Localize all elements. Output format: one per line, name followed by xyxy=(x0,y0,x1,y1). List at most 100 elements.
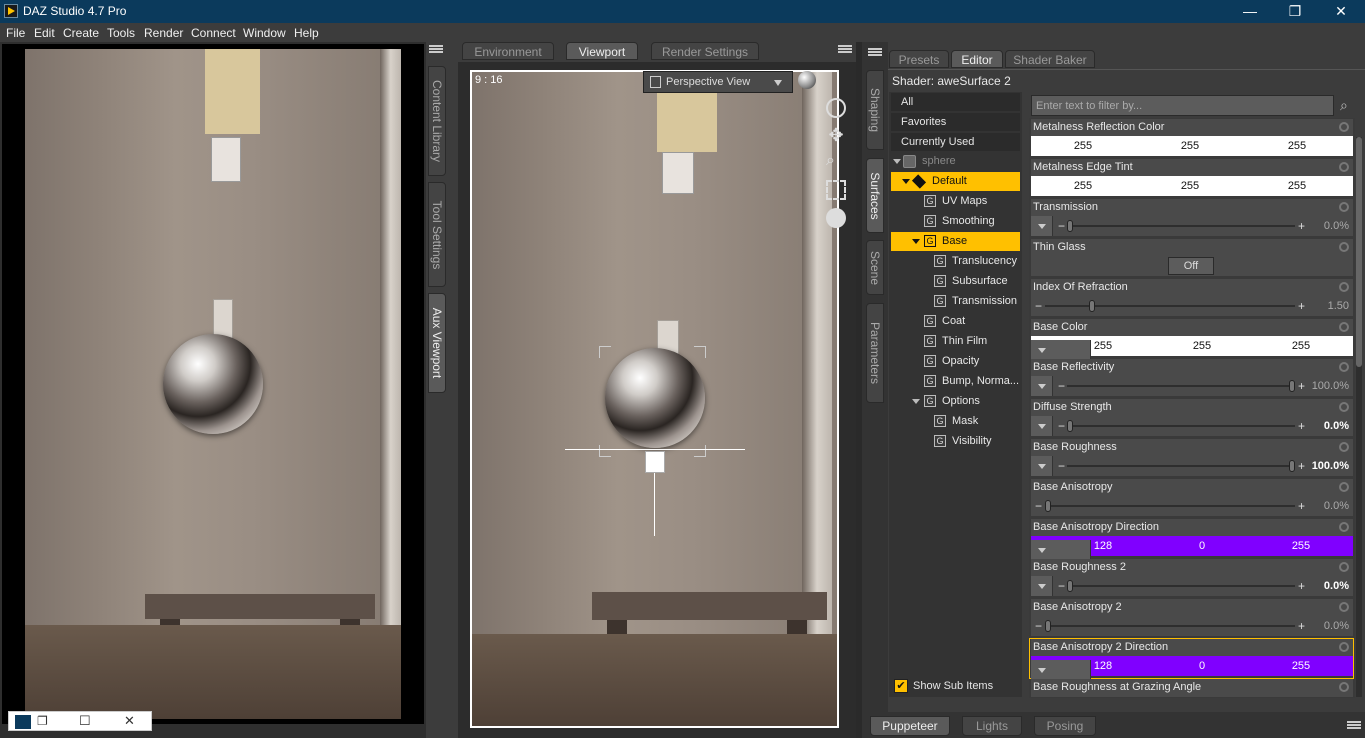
slider-knob[interactable] xyxy=(1067,220,1073,232)
minimize-button[interactable]: — xyxy=(1227,0,1273,23)
scrollbar-thumb[interactable] xyxy=(1356,137,1362,367)
vtab-aux-viewport[interactable]: Aux Viewport xyxy=(428,293,446,393)
perspective-view-select[interactable]: Perspective View xyxy=(643,71,793,93)
mini-close-icon[interactable]: ✕ xyxy=(124,713,135,729)
base-roughness-slider[interactable]: − + 100.0% xyxy=(1031,456,1353,476)
slider-knob[interactable] xyxy=(1088,300,1095,312)
slider-menu-button[interactable] xyxy=(1031,376,1053,396)
menu-tools[interactable]: Tools xyxy=(107,26,135,40)
property-filter-input[interactable]: Enter text to filter by... xyxy=(1031,95,1334,116)
vtab-content-library[interactable]: Content Library xyxy=(428,66,446,176)
tree-item-default[interactable]: Default xyxy=(891,172,1020,191)
base-anisotropy-2-direction-field[interactable]: 128 0 255 xyxy=(1031,656,1353,680)
tree-item-mask[interactable]: G Mask xyxy=(891,412,1020,431)
thin-glass-toggle[interactable]: Off xyxy=(1168,257,1214,275)
vtab-shaping[interactable]: Shaping xyxy=(866,70,884,150)
slider-menu-button[interactable] xyxy=(1031,576,1053,596)
slider-knob[interactable] xyxy=(1045,500,1051,512)
tab-presets[interactable]: Presets xyxy=(889,50,949,68)
draw-style-icon[interactable] xyxy=(798,71,816,89)
restore-button[interactable]: ❐ xyxy=(1272,0,1318,23)
slider-menu-button[interactable] xyxy=(1031,456,1053,476)
search-icon[interactable]: ⌕ xyxy=(1340,97,1348,114)
tab-lights[interactable]: Lights xyxy=(962,716,1022,736)
slider-knob[interactable] xyxy=(1067,580,1073,592)
gear-icon[interactable] xyxy=(1339,642,1349,652)
gear-icon[interactable] xyxy=(1339,562,1349,572)
metalness-reflection-color-field[interactable]: 255 255 255 xyxy=(1031,136,1353,156)
tab-viewport[interactable]: Viewport xyxy=(566,42,638,60)
gear-icon[interactable] xyxy=(1339,402,1349,412)
bottom-panel-menu-icon[interactable] xyxy=(1347,720,1361,732)
tree-item-base[interactable]: G Base xyxy=(891,232,1020,251)
vtab-parameters[interactable]: Parameters xyxy=(866,303,884,403)
slider-menu-button[interactable] xyxy=(1031,416,1053,436)
tree-item-options[interactable]: G Options xyxy=(891,392,1020,411)
close-button[interactable]: ✕ xyxy=(1318,0,1364,23)
menu-help[interactable]: Help xyxy=(294,26,319,40)
orbit-icon[interactable] xyxy=(826,98,846,118)
menu-edit[interactable]: Edit xyxy=(34,26,55,40)
pan-icon[interactable]: ✥ xyxy=(826,126,846,146)
zoom-icon[interactable]: ⌕ xyxy=(826,152,846,172)
gear-icon[interactable] xyxy=(1339,122,1349,132)
slider-knob[interactable] xyxy=(1289,380,1295,392)
menu-create[interactable]: Create xyxy=(63,26,99,40)
base-anisotropy-slider[interactable]: − + 0.0% xyxy=(1031,496,1353,516)
frame-icon[interactable] xyxy=(826,180,846,200)
gear-icon[interactable] xyxy=(1339,242,1349,252)
tree-item-smoothing[interactable]: G Smoothing xyxy=(891,212,1020,231)
tree-item-transmission[interactable]: G Transmission xyxy=(891,292,1020,311)
gear-icon[interactable] xyxy=(1339,202,1349,212)
gear-icon[interactable] xyxy=(1339,162,1349,172)
slider-knob[interactable] xyxy=(1067,420,1073,432)
menu-file[interactable]: File xyxy=(6,26,25,40)
filter-all[interactable]: All xyxy=(891,93,1020,111)
tab-render-settings[interactable]: Render Settings xyxy=(651,42,759,60)
panel-menu-icon[interactable] xyxy=(429,44,443,56)
base-anisotropy-direction-field[interactable]: 128 0 255 xyxy=(1031,536,1353,560)
gear-icon[interactable] xyxy=(1339,482,1349,492)
gear-icon[interactable] xyxy=(1339,602,1349,612)
tree-item-translucency[interactable]: G Translucency xyxy=(891,252,1020,271)
mini-restore-icon[interactable]: ❐ xyxy=(37,714,48,728)
tab-editor[interactable]: Editor xyxy=(951,50,1003,68)
gear-icon[interactable] xyxy=(1339,362,1349,372)
gizmo-x-axis[interactable] xyxy=(565,449,745,450)
viewport-sphere[interactable] xyxy=(605,348,705,448)
gizmo-y-axis[interactable] xyxy=(654,470,655,536)
gear-icon[interactable] xyxy=(1339,522,1349,532)
base-reflectivity-slider[interactable]: − + 100.0% xyxy=(1031,376,1353,396)
diffuse-strength-slider[interactable]: − + 0.0% xyxy=(1031,416,1353,436)
gizmo-node-icon[interactable] xyxy=(645,451,665,473)
mini-maximize-icon[interactable]: ☐ xyxy=(79,713,91,729)
slider-knob[interactable] xyxy=(1289,460,1295,472)
menu-window[interactable]: Window xyxy=(243,26,286,40)
floating-mini-window[interactable]: ❐ ☐ ✕ xyxy=(8,711,152,731)
index-of-refraction-slider[interactable]: − + 1.50 xyxy=(1031,296,1353,316)
menu-connect[interactable]: Connect xyxy=(191,26,236,40)
gear-icon[interactable] xyxy=(1339,322,1349,332)
base-anisotropy-2-slider[interactable]: − + 0.0% xyxy=(1031,616,1353,636)
vtab-surfaces[interactable]: Surfaces xyxy=(866,158,884,233)
filter-currently-used[interactable]: Currently Used xyxy=(891,133,1020,151)
filter-favorites[interactable]: Favorites xyxy=(891,113,1020,131)
transmission-slider[interactable]: − + 0.0% xyxy=(1031,216,1353,236)
gear-icon[interactable] xyxy=(1339,442,1349,452)
viewport-panel-menu-icon[interactable] xyxy=(838,44,852,56)
tab-environment[interactable]: Environment xyxy=(462,42,554,60)
tab-shader-baker[interactable]: Shader Baker xyxy=(1005,50,1095,68)
menu-render[interactable]: Render xyxy=(144,26,183,40)
show-sub-items-checkbox[interactable]: ✔ xyxy=(894,679,908,693)
slider-knob[interactable] xyxy=(1045,620,1051,632)
tree-item-sphere[interactable]: sphere xyxy=(891,152,1020,171)
tree-item-coat[interactable]: G Coat xyxy=(891,312,1020,331)
gear-icon[interactable] xyxy=(1339,682,1349,692)
tree-item-bump-normal[interactable]: G Bump, Norma... xyxy=(891,372,1020,391)
slider-menu-button[interactable] xyxy=(1031,216,1053,236)
base-roughness-2-slider[interactable]: − + 0.0% xyxy=(1031,576,1353,596)
tree-item-opacity[interactable]: G Opacity xyxy=(891,352,1020,371)
tab-puppeteer[interactable]: Puppeteer xyxy=(870,716,950,736)
tree-item-subsurface[interactable]: G Subsurface xyxy=(891,272,1020,291)
gear-icon[interactable] xyxy=(1339,282,1349,292)
